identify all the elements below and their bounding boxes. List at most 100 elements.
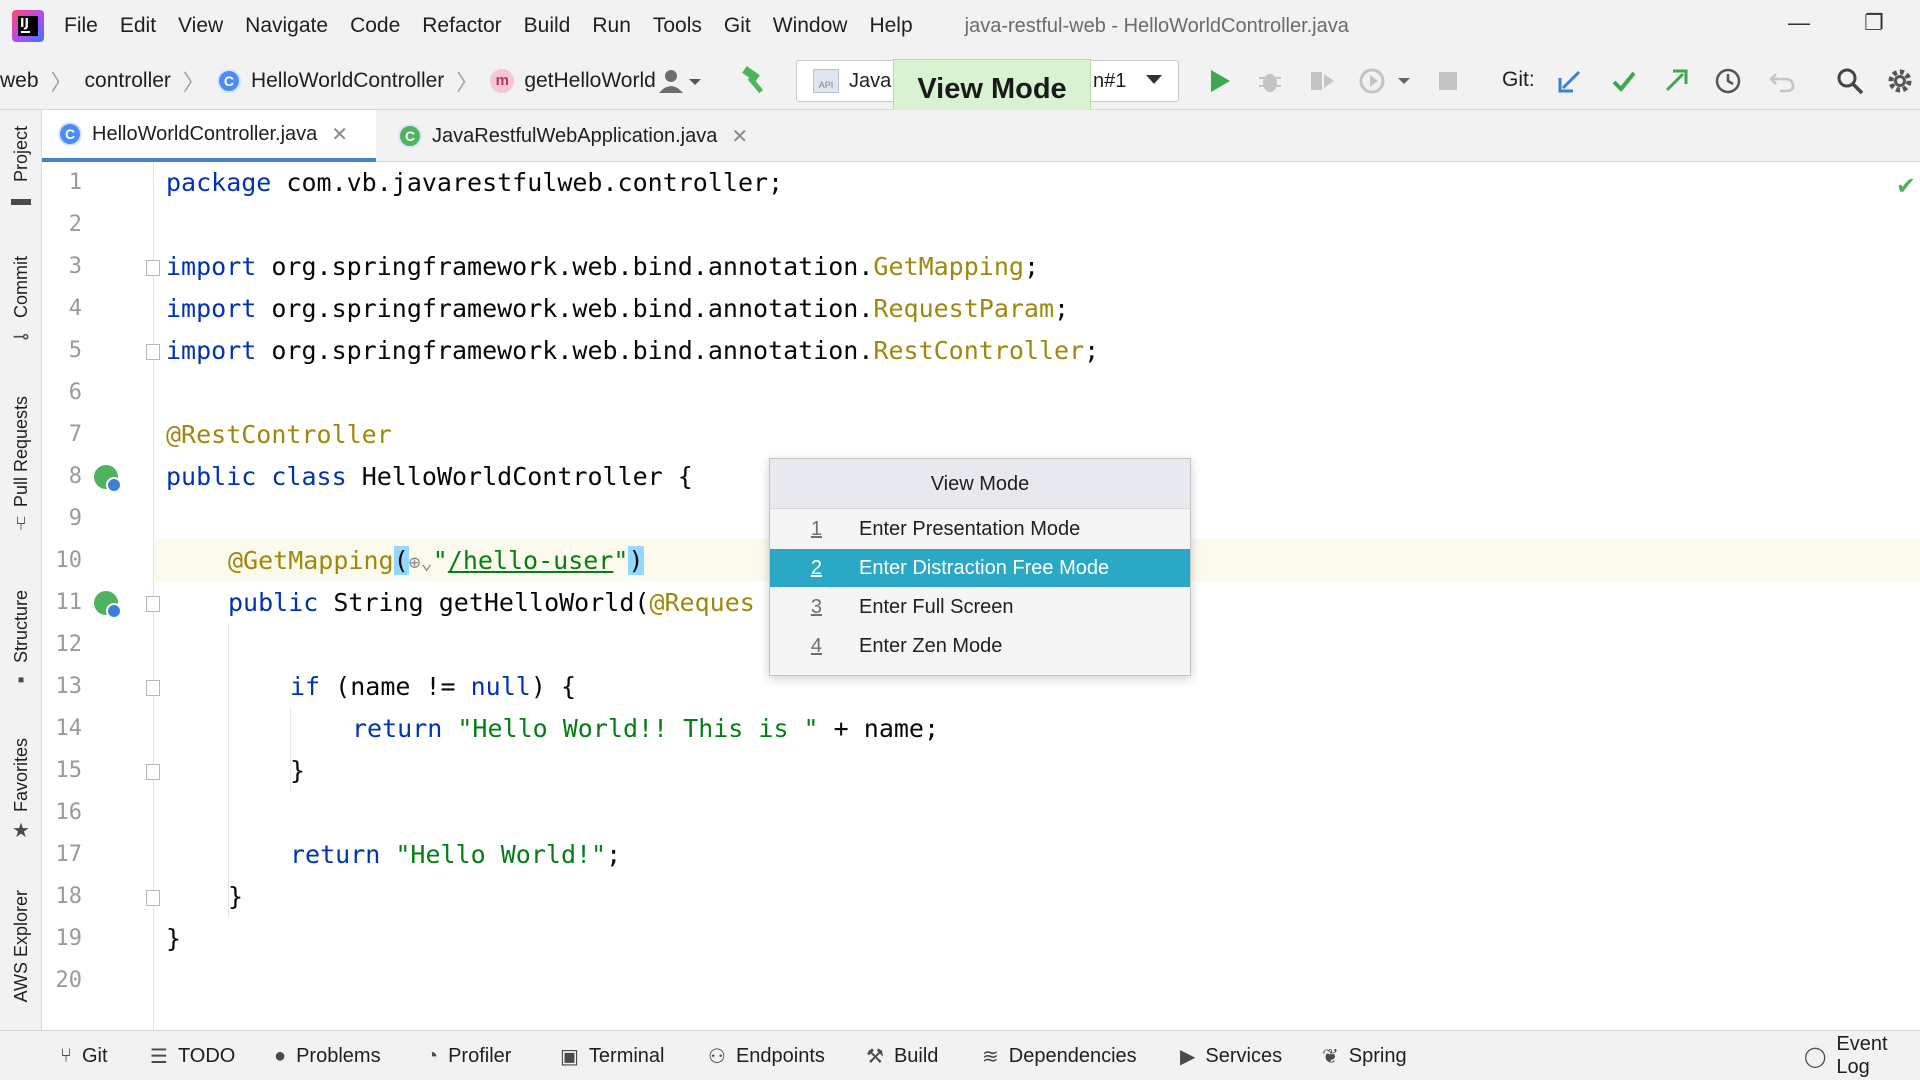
code-line-13: if (name != null) {: [290, 672, 576, 701]
intellij-logo-icon: IJ: [12, 10, 44, 42]
breadcrumb-class[interactable]: HelloWorldController: [251, 69, 444, 93]
code-line-10: @GetMapping(⊕⌄"/hello-user"): [228, 546, 644, 575]
popup-item-distraction-free-mode[interactable]: 2 Enter Distraction Free Mode: [770, 549, 1190, 587]
tab-java-restful-web-application[interactable]: C JavaRestfulWebApplication.java ✕: [382, 110, 802, 162]
dependencies-stack-icon: ≋: [982, 1045, 999, 1068]
menu-navigate[interactable]: Navigate: [245, 14, 328, 38]
fold-marker-icon[interactable]: [146, 890, 160, 906]
build-hammer-icon[interactable]: [738, 64, 774, 98]
fold-marker-icon[interactable]: [146, 764, 160, 780]
tool-window-terminal[interactable]: ▣ Terminal: [560, 1031, 664, 1080]
tool-window-event-log[interactable]: ◯ Event Log: [1804, 1031, 1920, 1080]
menu-refactor[interactable]: Refactor: [422, 14, 501, 38]
minimize-icon[interactable]: —: [1788, 10, 1810, 36]
menu-run[interactable]: Run: [592, 14, 631, 38]
user-dropdown-icon[interactable]: [654, 64, 704, 98]
fold-marker-icon[interactable]: [146, 344, 160, 360]
tool-window-pull-requests[interactable]: Pull Requests ⑂: [0, 396, 42, 536]
line-number: 7: [68, 422, 82, 447]
tool-window-services[interactable]: ▶ Services: [1180, 1031, 1282, 1080]
tool-window-todo[interactable]: ☰ TODO: [150, 1031, 235, 1080]
tool-window-git[interactable]: ⑂ Git: [60, 1031, 108, 1080]
breadcrumb-package[interactable]: controller: [85, 69, 171, 93]
line-number: 5: [68, 338, 82, 363]
git-label: Git:: [1502, 68, 1535, 91]
breadcrumb-method[interactable]: getHelloWorld: [524, 69, 656, 93]
rollback-icon[interactable]: [1766, 64, 1798, 98]
tool-window-structure[interactable]: Structure ▪: [0, 590, 42, 692]
line-number: 6: [68, 380, 82, 405]
popup-item-presentation-mode[interactable]: 1 Enter Presentation Mode: [770, 510, 1190, 548]
debug-icon[interactable]: [1252, 64, 1288, 98]
spring-boot-class-icon: C: [398, 124, 422, 148]
history-clock-icon[interactable]: [1712, 64, 1744, 98]
line-number: 8: [68, 464, 82, 489]
menu-file[interactable]: File: [64, 14, 98, 38]
breadcrumb-project[interactable]: web: [0, 69, 39, 93]
popup-title: View Mode: [770, 459, 1190, 509]
problems-icon: ●: [274, 1044, 287, 1067]
menu-git[interactable]: Git: [724, 14, 751, 38]
stop-icon[interactable]: [1432, 64, 1464, 98]
method-icon: m: [490, 68, 515, 93]
tab-label: HelloWorldController.java: [92, 122, 318, 145]
fold-marker-icon[interactable]: [146, 680, 160, 696]
code-line-5: import org.springframework.web.bind.anno…: [166, 336, 1100, 365]
indent-guide: [228, 624, 229, 918]
star-icon: ★: [12, 820, 30, 843]
spring-endpoint-gutter-icon[interactable]: [94, 591, 122, 619]
spring-bean-gutter-icon[interactable]: [94, 465, 122, 493]
run-config-suffix: n#1: [1093, 69, 1127, 92]
endpoints-icon: ⚇: [708, 1045, 726, 1068]
git-update-icon[interactable]: [1554, 64, 1586, 98]
close-tab-icon[interactable]: ✕: [731, 124, 748, 149]
line-number: 12: [55, 632, 83, 657]
menu-build[interactable]: Build: [524, 14, 571, 38]
line-number: 13: [55, 674, 83, 699]
tool-window-favorites[interactable]: Favorites ★: [0, 738, 42, 843]
fold-marker-icon[interactable]: [146, 260, 160, 276]
menu-tools[interactable]: Tools: [653, 14, 702, 38]
tool-window-aws-explorer[interactable]: AWS Explorer: [0, 890, 42, 1002]
git-commit-check-icon[interactable]: [1608, 64, 1640, 98]
settings-gear-icon[interactable]: [1884, 64, 1916, 98]
tool-window-build[interactable]: ⚒ Build: [866, 1031, 938, 1080]
code-line-8: public class HelloWorldController {: [166, 462, 693, 491]
line-number: 20: [55, 968, 83, 993]
chevron-right-icon: 〉: [456, 69, 479, 95]
git-push-icon[interactable]: [1660, 64, 1692, 98]
api-config-icon: API: [813, 69, 839, 93]
popup-item-zen-mode[interactable]: 4 Enter Zen Mode: [770, 627, 1190, 665]
tool-window-spring[interactable]: ❦ Spring: [1322, 1031, 1407, 1080]
line-number: 19: [55, 926, 83, 951]
code-line-15: }: [290, 756, 306, 785]
globe-dropdown-icon[interactable]: ⊕⌄: [409, 550, 433, 574]
tool-window-commit[interactable]: Commit ⊸: [0, 256, 42, 349]
fold-marker-icon[interactable]: [146, 596, 160, 612]
chevron-right-icon: 〉: [182, 69, 205, 95]
code-line-1: package com.vb.javarestfulweb.controller…: [166, 168, 784, 197]
endpoint-url-link[interactable]: /hello-user: [448, 546, 614, 575]
close-tab-icon[interactable]: ✕: [331, 122, 348, 147]
run-icon[interactable]: [1202, 64, 1238, 98]
menu-edit[interactable]: Edit: [120, 14, 156, 38]
run-with-coverage-icon[interactable]: [1304, 64, 1340, 98]
tool-window-endpoints[interactable]: ⚇ Endpoints: [708, 1031, 825, 1080]
menu-code[interactable]: Code: [350, 14, 400, 38]
tool-window-project[interactable]: Project ▬: [0, 126, 42, 211]
tool-window-problems[interactable]: ● Problems: [274, 1031, 381, 1080]
tab-hello-world-controller[interactable]: C HelloWorldController.java ✕: [42, 110, 376, 162]
pull-request-icon: ⑂: [15, 513, 27, 536]
search-icon[interactable]: [1834, 64, 1866, 98]
popup-item-full-screen[interactable]: 3 Enter Full Screen: [770, 588, 1190, 626]
line-number: 2: [68, 212, 82, 237]
tool-window-profiler[interactable]: ◔ Profiler: [426, 1031, 511, 1080]
commit-icon: ⊸: [12, 326, 30, 348]
git-branch-icon: ⑂: [60, 1044, 72, 1067]
menu-help[interactable]: Help: [869, 14, 912, 38]
menu-view[interactable]: View: [178, 14, 223, 38]
menu-window[interactable]: Window: [773, 14, 848, 38]
restore-icon[interactable]: ❐: [1864, 10, 1884, 36]
tool-window-dependencies[interactable]: ≋ Dependencies: [982, 1031, 1137, 1080]
profile-dropdown-icon[interactable]: [1354, 64, 1418, 98]
